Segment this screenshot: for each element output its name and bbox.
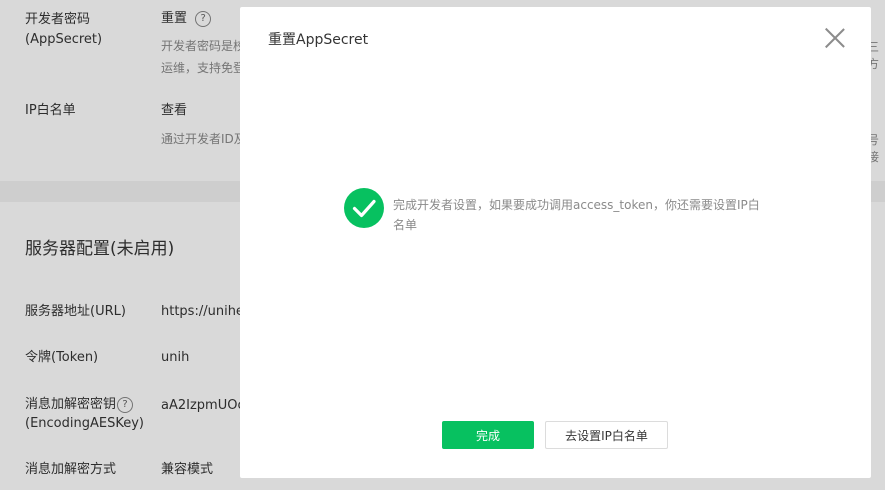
reset-appsecret-dialog: 重置AppSecret 完成开发者设置，如果要成功调用access_token，… — [240, 7, 871, 478]
success-message: 完成开发者设置，如果要成功调用access_token，你还需要设置IP白名单 — [393, 198, 760, 232]
close-icon[interactable] — [824, 27, 846, 49]
done-button[interactable]: 完成 — [442, 421, 534, 449]
dialog-title: 重置AppSecret — [268, 32, 369, 48]
success-check-icon — [344, 188, 384, 228]
set-ip-whitelist-button[interactable]: 去设置IP白名单 — [545, 421, 668, 449]
